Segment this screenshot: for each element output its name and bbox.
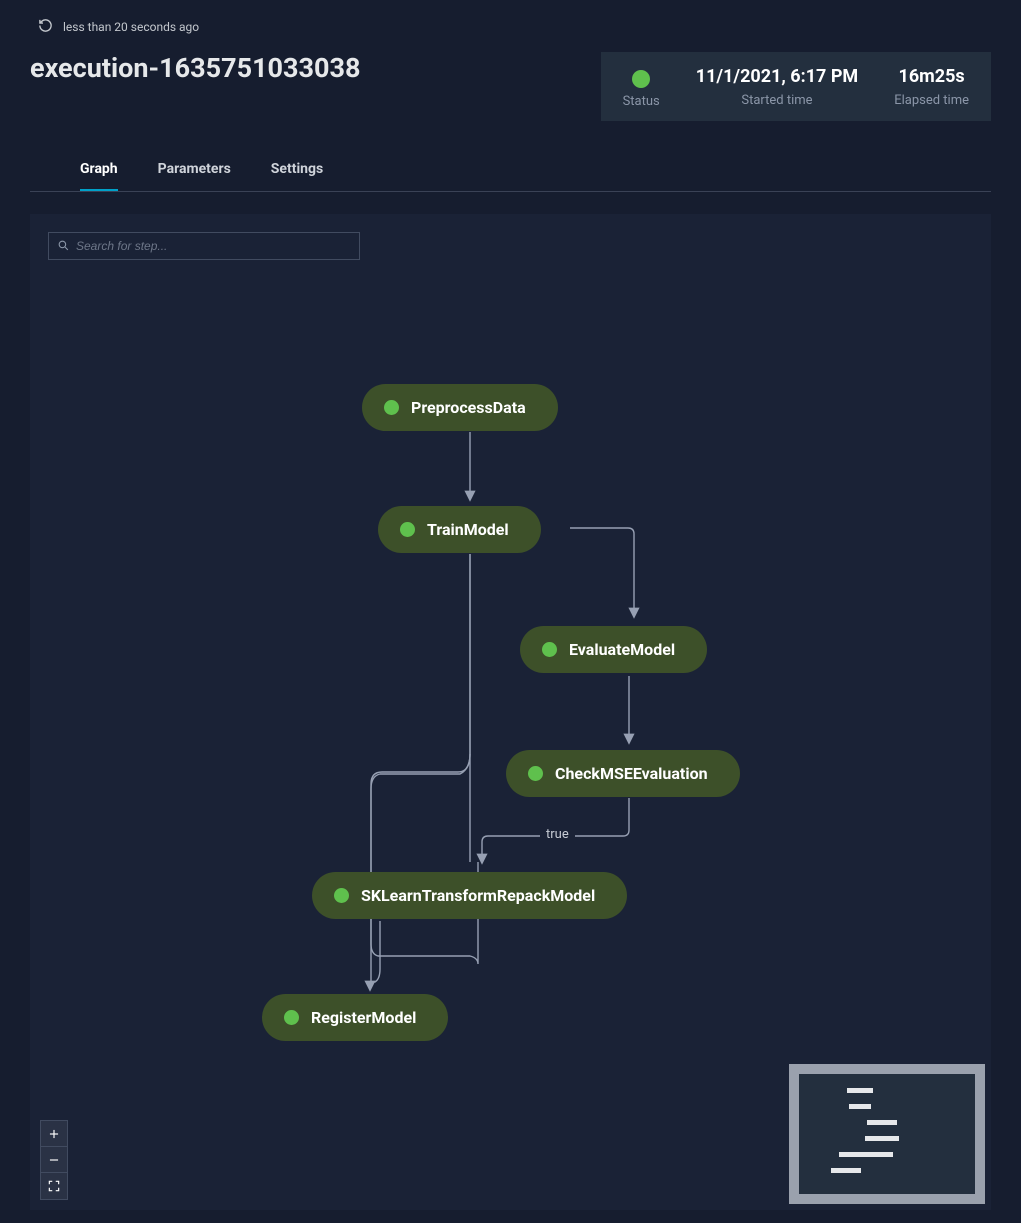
- node-preprocess-data[interactable]: PreprocessData: [362, 384, 558, 431]
- status-dot-icon: [542, 642, 557, 657]
- tabs: Graph Parameters Settings: [30, 121, 991, 192]
- search-box: [48, 232, 360, 260]
- page-title: execution-1635751033038: [30, 52, 361, 84]
- node-label: EvaluateModel: [569, 640, 675, 659]
- refresh-ago-text: less than 20 seconds ago: [63, 20, 199, 34]
- node-register-model[interactable]: RegisterModel: [262, 994, 448, 1041]
- search-icon: [57, 237, 70, 256]
- status-indicator-icon: [632, 70, 650, 88]
- zoom-controls: [40, 1120, 68, 1200]
- status-dot-icon: [528, 766, 543, 781]
- edge-label-true: true: [540, 827, 575, 842]
- started-time-value: 11/1/2021, 6:17 PM: [696, 66, 858, 87]
- node-train-model[interactable]: TrainModel: [378, 506, 541, 553]
- zoom-out-button[interactable]: [41, 1147, 67, 1173]
- minimap[interactable]: [789, 1064, 985, 1204]
- node-label: RegisterModel: [311, 1008, 416, 1027]
- elapsed-value: 16m25s: [899, 66, 965, 87]
- status-dot-icon: [334, 888, 349, 903]
- node-label: CheckMSEEvaluation: [555, 764, 708, 783]
- graph-canvas[interactable]: PreprocessData TrainModel EvaluateModel …: [30, 214, 991, 1210]
- node-label: SKLearnTransformRepackModel: [361, 886, 595, 905]
- edges-layer: [30, 214, 991, 1210]
- tab-graph[interactable]: Graph: [80, 161, 118, 191]
- tab-parameters[interactable]: Parameters: [158, 161, 231, 191]
- node-label: PreprocessData: [411, 398, 526, 417]
- status-dot-icon: [384, 400, 399, 415]
- fullscreen-button[interactable]: [41, 1173, 67, 1199]
- started-time-label: Started time: [741, 93, 812, 108]
- status-dot-icon: [400, 522, 415, 537]
- node-label: TrainModel: [427, 520, 509, 539]
- status-label: Status: [623, 94, 660, 109]
- refresh-icon[interactable]: [38, 18, 53, 36]
- node-check-mse-evaluation[interactable]: CheckMSEEvaluation: [506, 750, 740, 797]
- status-dot-icon: [284, 1010, 299, 1025]
- search-input[interactable]: [76, 239, 351, 253]
- node-sklearn-transform-repack-model[interactable]: SKLearnTransformRepackModel: [312, 872, 627, 919]
- elapsed-label: Elapsed time: [894, 93, 969, 108]
- status-panel: Status 11/1/2021, 6:17 PM Started time 1…: [601, 52, 991, 121]
- tab-settings[interactable]: Settings: [271, 161, 323, 191]
- minimap-viewport: [799, 1074, 975, 1194]
- zoom-in-button[interactable]: [41, 1121, 67, 1147]
- node-evaluate-model[interactable]: EvaluateModel: [520, 626, 707, 673]
